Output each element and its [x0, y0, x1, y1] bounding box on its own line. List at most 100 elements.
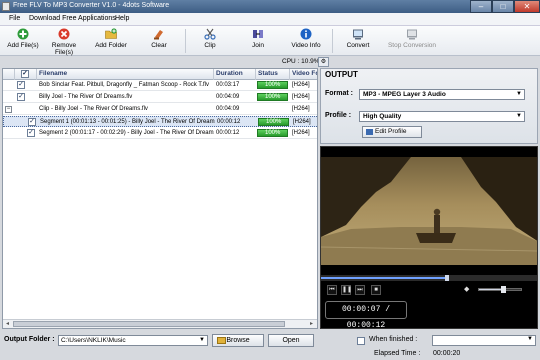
output-folder-field[interactable]: C:\Users\NKLIK\Music ▼ — [58, 335, 208, 346]
window-title: Free FLV To MP3 Converter V1.0 - 4dots S… — [13, 2, 170, 9]
row-checkbox[interactable]: ✓ — [17, 81, 25, 89]
format-label: Format : — [325, 90, 353, 97]
table-row[interactable]: ✓ Billy Joel - The River Of Dreams.flv 0… — [3, 92, 317, 103]
menu-help[interactable]: Help — [115, 15, 129, 22]
close-button[interactable]: ✕ — [514, 0, 540, 13]
join-button[interactable]: Join — [245, 28, 271, 54]
time-display: 00:00:07 / 00:00:12 — [325, 301, 407, 328]
format-value: MP3 - MPEG Layer 3 Audio — [363, 91, 446, 98]
output-panel: OUTPUT Format : MP3 - MPEG Layer 3 Audio… — [320, 68, 538, 144]
volume-handle[interactable] — [501, 286, 507, 293]
profile-select[interactable]: High Quality ▼ — [359, 111, 525, 122]
row-video-format: [H264] — [292, 130, 310, 136]
when-finished-select[interactable]: ▼ — [432, 335, 536, 346]
video-info-button[interactable]: Video Info — [290, 28, 322, 54]
row-video-format: [H264] — [293, 119, 311, 125]
clear-icon — [154, 30, 163, 40]
table-row[interactable]: ✓ Segment 1 (00:01:13 - 00:01:25) - Bill… — [3, 116, 317, 127]
stop-icon — [407, 29, 417, 40]
clip-button[interactable]: Clip — [198, 28, 222, 54]
row-duration: 00:03:17 — [216, 82, 240, 88]
grid-header: ✓ Filename Duration Status Video Fo — [3, 69, 317, 80]
volume-icon[interactable]: ◆ — [464, 285, 475, 294]
row-video-format: [H264] — [292, 106, 310, 112]
cpu-row: CPU : 10.9% ⚙ — [0, 56, 540, 68]
convert-icon — [353, 29, 363, 40]
profile-label: Profile : — [325, 112, 352, 119]
previous-icon[interactable]: ⏮ — [327, 285, 337, 295]
stop-icon[interactable]: ■ — [371, 285, 381, 295]
output-folder-value: C:\Users\NKLIK\Music — [61, 337, 126, 344]
header-check-column[interactable] — [3, 69, 15, 80]
chevron-down-icon: ▼ — [516, 91, 522, 97]
bottom-bar: Output Folder : C:\Users\NKLIK\Music ▼ B… — [0, 331, 540, 360]
horizontal-scrollbar[interactable]: ◂ ▸ — [3, 319, 317, 328]
pause-icon[interactable]: ❚❚ — [341, 285, 352, 295]
convert-button[interactable]: Convert — [343, 28, 373, 54]
toolbar-separator — [332, 29, 333, 53]
cpu-usage: CPU : 10.9% — [282, 58, 320, 65]
row-duration: 00:00:12 — [216, 130, 240, 136]
row-filename: Bob Sinclar Feat. Pitbull, Dragonfly _ F… — [39, 82, 209, 88]
add-files-button[interactable]: Add File(s) — [4, 28, 42, 54]
elapsed-time-value: 00:00:20 — [433, 350, 461, 357]
toolbar: Add File(s) Remove File(s) Add Folder Cl… — [0, 26, 540, 56]
header-select-all[interactable]: ✓ — [15, 69, 37, 80]
row-checkbox[interactable]: ✓ — [28, 118, 36, 126]
seek-handle[interactable] — [445, 275, 450, 281]
open-button[interactable]: Open — [268, 334, 314, 347]
table-row[interactable]: ✓ Segment 2 (00:01:17 - 00:02:29) - Bill… — [3, 128, 317, 139]
menu-download-free-applications[interactable]: Download Free Applications — [29, 15, 116, 22]
browse-button[interactable]: Browse — [212, 334, 264, 347]
scroll-thumb[interactable] — [13, 321, 285, 327]
row-filename: Segment 2 (00:01:17 - 00:02:29) - Billy … — [39, 130, 214, 136]
info-icon — [300, 28, 312, 40]
title-bar: Free FLV To MP3 Converter V1.0 - 4dots S… — [0, 0, 540, 13]
stop-conversion-button[interactable]: Stop Conversion — [386, 28, 438, 54]
video-preview — [321, 147, 537, 275]
video-player: ⏮ ❚❚ ⏭ ■ ◆ 00:00:07 / 00:00:12 — [320, 146, 538, 329]
cpu-settings-icon[interactable]: ⚙ — [318, 57, 329, 67]
scroll-right-icon[interactable]: ▸ — [307, 320, 316, 328]
chevron-down-icon: ▼ — [527, 336, 533, 342]
row-duration: 00:00:12 — [217, 119, 241, 125]
app-icon — [2, 2, 10, 11]
row-status: 100% — [265, 82, 281, 88]
remove-icon — [58, 28, 70, 40]
file-grid: ✓ Filename Duration Status Video Fo ✓ Bo… — [2, 68, 318, 329]
when-finished-checkbox[interactable] — [357, 337, 365, 345]
header-video-format[interactable]: Video Fo — [290, 69, 317, 80]
toolbar-separator — [185, 29, 186, 53]
row-checkbox[interactable]: ✓ — [17, 93, 25, 101]
chevron-down-icon: ▼ — [516, 113, 522, 119]
row-checkbox[interactable]: ✓ — [27, 129, 35, 137]
seek-bar[interactable] — [321, 275, 537, 281]
header-duration[interactable]: Duration — [214, 69, 256, 80]
folder-icon — [217, 337, 226, 344]
table-row-group[interactable]: − Clip - Billy Joel - The River Of Dream… — [3, 104, 317, 115]
add-folder-button[interactable]: Add Folder — [92, 28, 130, 54]
header-status[interactable]: Status — [256, 69, 290, 80]
maximize-button[interactable]: □ — [492, 0, 514, 13]
remove-files-button[interactable]: Remove File(s) — [42, 28, 86, 56]
menu-file[interactable]: File — [9, 15, 20, 22]
volume-slider[interactable] — [478, 286, 522, 293]
profile-value: High Quality — [363, 113, 402, 120]
next-icon[interactable]: ⏭ — [355, 285, 365, 295]
format-select[interactable]: MP3 - MPEG Layer 3 Audio ▼ — [359, 89, 525, 100]
seek-progress — [321, 277, 448, 279]
row-status: 100% — [266, 119, 282, 125]
clear-button[interactable]: Clear — [145, 28, 173, 54]
row-duration: 00:04:09 — [216, 94, 240, 100]
edit-profile-button[interactable]: Edit Profile — [362, 126, 422, 138]
row-video-format: [H264] — [292, 82, 310, 88]
minimize-button[interactable]: – — [470, 0, 492, 13]
select-all-checkbox[interactable]: ✓ — [21, 70, 29, 78]
table-row[interactable]: ✓ Bob Sinclar Feat. Pitbull, Dragonfly _… — [3, 80, 317, 91]
chevron-down-icon: ▼ — [199, 337, 205, 343]
elapsed-time-label: Elapsed Time : — [374, 350, 421, 357]
row-filename: Billy Joel - The River Of Dreams.flv — [39, 94, 133, 100]
header-filename[interactable]: Filename — [37, 69, 214, 80]
collapse-icon[interactable]: − — [5, 106, 12, 113]
scroll-left-icon[interactable]: ◂ — [3, 320, 12, 328]
